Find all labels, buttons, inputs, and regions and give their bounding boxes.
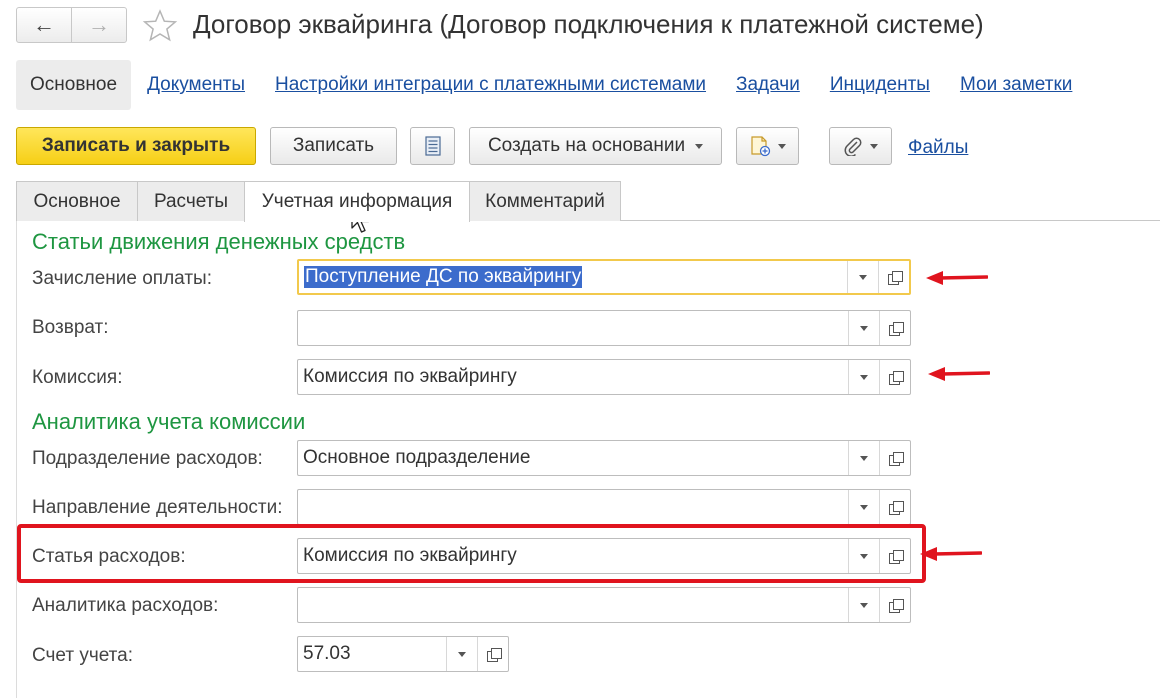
commission-value: Комиссия по эквайрингу — [303, 366, 517, 387]
chevron-down-icon — [859, 274, 867, 280]
section-title-commission-analytics: Аналитика учета комиссии — [32, 409, 306, 434]
chevron-down-icon — [695, 143, 704, 149]
list-report-button[interactable] — [410, 127, 455, 165]
arrow-right-icon: → — [88, 12, 110, 37]
red-arrow-annotation — [926, 271, 988, 285]
files-link[interactable]: Файлы — [908, 137, 968, 159]
attachments-button[interactable] — [829, 127, 892, 165]
chevron-down-icon — [778, 143, 786, 149]
nav-link-integration-settings[interactable]: Настройки интеграции с платежными систем… — [275, 74, 706, 96]
payment-credit-value: Поступление ДС по эквайрингу — [304, 266, 583, 288]
document-list-icon — [424, 136, 441, 156]
account-open-button[interactable] — [477, 637, 508, 671]
chevron-down-icon — [870, 143, 878, 149]
page-title: Договор эквайринга (Договор подключения … — [193, 9, 984, 39]
account-label: Счет учета: — [32, 645, 133, 666]
paperclip-icon — [844, 137, 862, 156]
tab-comment[interactable]: Комментарий — [469, 181, 621, 221]
nav-link-documents[interactable]: Документы — [147, 74, 245, 96]
open-form-icon — [486, 647, 502, 662]
open-form-icon — [888, 451, 904, 466]
refund-label: Возврат: — [32, 317, 109, 338]
open-form-icon — [887, 270, 903, 285]
expense-division-value: Основное подразделение — [303, 447, 531, 468]
activity-direction-dropdown-button[interactable] — [848, 490, 879, 524]
expense-division-open-button[interactable] — [879, 441, 910, 475]
expense-division-dropdown-button[interactable] — [848, 441, 879, 475]
open-form-icon — [888, 500, 904, 515]
refund-open-button[interactable] — [879, 311, 910, 345]
expense-analytics-open-button[interactable] — [879, 588, 910, 622]
open-form-icon — [888, 598, 904, 613]
forward-button[interactable]: → — [72, 8, 126, 42]
red-highlight-annotation — [17, 524, 926, 583]
chevron-down-icon — [860, 602, 868, 608]
form-sections-nav: Основное Документы Настройки интеграции … — [16, 60, 1086, 110]
account-field[interactable]: 57.03 — [297, 636, 509, 672]
payment-credit-field[interactable]: Поступление ДС по эквайрингу — [297, 259, 911, 295]
print-button[interactable] — [736, 127, 799, 165]
open-form-icon — [888, 370, 904, 385]
create-based-on-button[interactable]: Создать на основании — [469, 127, 722, 165]
open-form-icon — [888, 321, 904, 336]
refund-field[interactable] — [297, 310, 911, 346]
favorite-star-icon[interactable] — [142, 8, 178, 44]
account-value: 57.03 — [303, 643, 351, 664]
tab-main[interactable]: Основное — [16, 181, 138, 221]
nav-link-tasks[interactable]: Задачи — [736, 74, 800, 96]
section-title-cash-flow: Статьи движения денежных средств — [32, 229, 406, 254]
activity-direction-label: Направление деятельности: — [32, 497, 283, 518]
red-arrow-annotation — [928, 367, 990, 381]
back-button[interactable]: ← — [17, 8, 72, 42]
payment-credit-open-button[interactable] — [878, 261, 909, 293]
commission-field[interactable]: Комиссия по эквайрингу — [297, 359, 911, 395]
account-dropdown-button[interactable] — [446, 637, 477, 671]
payment-credit-dropdown-button[interactable] — [847, 261, 878, 293]
refund-dropdown-button[interactable] — [848, 311, 879, 345]
payment-credit-label: Зачисление оплаты: — [32, 268, 212, 289]
commission-label: Комиссия: — [32, 367, 123, 388]
tab-settlements[interactable]: Расчеты — [137, 181, 245, 221]
expense-analytics-field[interactable] — [297, 587, 911, 623]
expense-division-field[interactable]: Основное подразделение — [297, 440, 911, 476]
activity-direction-open-button[interactable] — [879, 490, 910, 524]
chevron-down-icon — [860, 455, 868, 461]
expense-division-label: Подразделение расходов: — [32, 448, 263, 469]
nav-link-main[interactable]: Основное — [16, 60, 132, 110]
nav-link-my-notes[interactable]: Мои заметки — [960, 74, 1072, 96]
chevron-down-icon — [860, 504, 868, 510]
expense-analytics-dropdown-button[interactable] — [848, 588, 879, 622]
chevron-down-icon — [860, 374, 868, 380]
tab-bar: Основное Расчеты Учетная информация Комм… — [16, 181, 1160, 222]
tab-panel-border — [16, 221, 17, 698]
commission-dropdown-button[interactable] — [848, 360, 879, 394]
tab-accounting-info[interactable]: Учетная информация — [244, 181, 470, 222]
red-arrow-annotation — [920, 547, 982, 561]
document-add-icon — [751, 136, 771, 157]
activity-direction-field[interactable] — [297, 489, 911, 525]
save-and-close-button[interactable]: Записать и закрыть — [16, 127, 256, 165]
create-based-on-label: Создать на основании — [487, 135, 686, 156]
expense-analytics-label: Аналитика расходов: — [32, 595, 219, 616]
nav-link-incidents[interactable]: Инциденты — [830, 74, 930, 96]
commission-open-button[interactable] — [879, 360, 910, 394]
arrow-left-icon: ← — [33, 12, 55, 37]
chevron-down-icon — [860, 325, 868, 331]
save-button[interactable]: Записать — [270, 127, 397, 165]
nav-button-group: ← → — [16, 7, 127, 43]
chevron-down-icon — [458, 651, 466, 657]
